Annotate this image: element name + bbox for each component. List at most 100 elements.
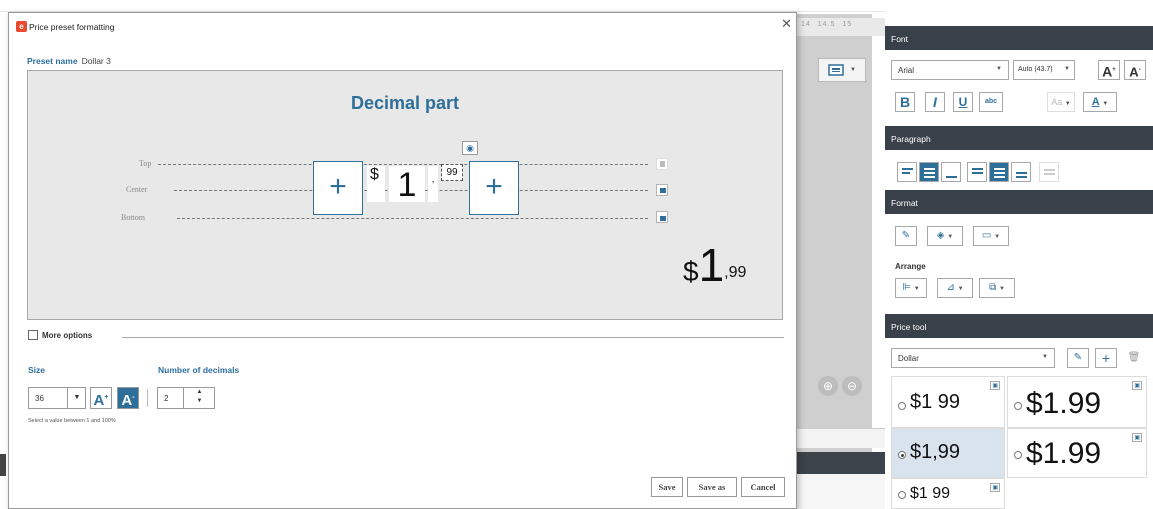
chevron-down-icon: ▼ xyxy=(1102,101,1109,107)
grow-font-button[interactable]: A+ xyxy=(1098,60,1120,80)
order-button[interactable]: ⧉ ▼ xyxy=(979,278,1015,298)
divider xyxy=(122,337,784,338)
price-tool-header: Price tool xyxy=(885,314,1153,338)
font-size-value: Auto (43.7) xyxy=(1018,66,1053,73)
zoom-out-icon[interactable]: ⊖ xyxy=(842,376,862,396)
font-family-select[interactable]: Arial ▼ xyxy=(891,60,1009,80)
stepper-arrows[interactable]: ▲ ▼ xyxy=(183,388,215,408)
decrease-size-button[interactable]: A- xyxy=(117,387,139,409)
chevron-down-icon[interactable]: ▼ xyxy=(197,398,203,404)
preset-radio[interactable] xyxy=(898,491,906,499)
price-preset-select[interactable]: Dollar ▼ xyxy=(891,348,1055,368)
preset-sample: $1.99 xyxy=(1026,437,1102,470)
font-color-button[interactable]: A ▼ xyxy=(1083,92,1117,112)
increase-size-button[interactable]: A+ xyxy=(90,387,112,409)
align-objects-icon: ⊫ xyxy=(902,282,911,293)
size-select[interactable]: 36 ▼ xyxy=(28,387,86,409)
preview-icon: ▣ xyxy=(990,381,1000,390)
edit-preset-button[interactable]: ✎ xyxy=(1067,348,1089,368)
decimals-value: 2 xyxy=(164,394,169,403)
guide-line-bottom xyxy=(177,218,648,219)
valign-top-icon[interactable] xyxy=(967,162,987,182)
add-preset-button[interactable]: + xyxy=(1095,348,1117,368)
case-label: Aa xyxy=(1051,97,1063,107)
visibility-icon[interactable]: ◉ xyxy=(462,141,478,155)
save-as-button[interactable]: Save as xyxy=(687,477,737,497)
preview-integer[interactable]: 1 xyxy=(389,166,425,204)
strikethrough-button[interactable]: abc xyxy=(979,92,1003,112)
ruler-mark: 14.5 xyxy=(817,21,836,28)
price-preset-tile[interactable]: $1 99 ▣ xyxy=(891,376,1005,428)
chevron-down-icon: ▼ xyxy=(67,388,86,408)
border-icon: ▭ xyxy=(981,230,992,241)
app-logo-icon: e xyxy=(16,21,27,32)
save-button[interactable]: Save xyxy=(651,477,683,497)
zoom-in-icon[interactable]: ⊕ xyxy=(818,376,838,396)
valign-bottom-icon[interactable] xyxy=(1011,162,1031,182)
size-label: Size xyxy=(28,365,46,375)
valign-middle-icon[interactable] xyxy=(989,162,1009,182)
size-value: 36 xyxy=(35,394,44,403)
guide-label-top: Top xyxy=(139,159,152,168)
align-objects-button[interactable]: ⊫ ▼ xyxy=(895,278,927,298)
justify-icon xyxy=(1039,162,1059,182)
chevron-down-icon: ▼ xyxy=(850,67,856,73)
format-header: Format xyxy=(885,190,1153,214)
italic-button[interactable]: I xyxy=(925,92,945,112)
more-options-checkbox[interactable] xyxy=(28,330,38,340)
underline-button[interactable]: U xyxy=(953,92,973,112)
price-preset-dialog: e Price preset formatting ✕ Preset name D… xyxy=(8,12,797,509)
add-before-button[interactable]: + xyxy=(313,161,363,215)
align-center-text-icon[interactable] xyxy=(919,162,939,182)
price-preset-tile[interactable]: $1.99 ▣ xyxy=(1007,428,1147,478)
decimals-label: Number of decimals xyxy=(158,365,240,375)
preview-separator[interactable]: , xyxy=(428,166,438,202)
format-painter-icon[interactable]: ✎ xyxy=(895,226,917,246)
dialog-title: Price preset formatting xyxy=(29,22,115,32)
align-left-icon[interactable] xyxy=(897,162,917,182)
price-preset-tile[interactable]: $1 99 ▣ xyxy=(891,478,1005,509)
flip-button[interactable]: ⊿ ▼ xyxy=(937,278,973,298)
properties-panel: Font Arial ▼ Auto (43.7) ▼ A+ A- B I U a… xyxy=(885,22,1153,509)
align-top-icon[interactable] xyxy=(656,158,668,170)
chevron-up-icon[interactable]: ▲ xyxy=(197,389,203,395)
view-mode-button[interactable]: ▼ xyxy=(818,58,866,82)
font-size-select[interactable]: Auto (43.7) ▼ xyxy=(1013,60,1075,80)
bold-button[interactable]: B xyxy=(895,92,915,112)
preset-radio[interactable] xyxy=(898,402,906,410)
fill-color-button[interactable]: ◈ ▼ xyxy=(927,226,963,246)
preset-sample: $1 99 xyxy=(910,391,961,413)
price-preset-tile[interactable]: $1,99 xyxy=(891,428,1005,478)
guide-line-top xyxy=(158,164,648,165)
result-integer: 1 xyxy=(698,239,725,291)
preview-icon: ▣ xyxy=(990,483,1000,492)
close-icon[interactable]: ✕ xyxy=(781,16,792,32)
cancel-button[interactable]: Cancel xyxy=(741,477,785,497)
preset-radio[interactable] xyxy=(1014,402,1022,410)
preview-decimals[interactable]: 99 xyxy=(441,164,463,181)
preview-icon: ▣ xyxy=(1132,381,1142,390)
trash-icon: 🗑 xyxy=(1127,352,1141,363)
add-after-button[interactable]: + xyxy=(469,161,519,215)
font-family-value: Arial xyxy=(898,66,915,75)
chevron-down-icon: ▼ xyxy=(996,66,1002,72)
border-button[interactable]: ▭ ▼ xyxy=(973,226,1009,246)
align-right-icon[interactable] xyxy=(941,162,961,182)
ruler: 14 14.5 15 xyxy=(797,18,885,36)
preset-radio[interactable] xyxy=(1014,451,1022,459)
align-center-icon[interactable] xyxy=(656,184,668,196)
align-bottom-icon[interactable] xyxy=(656,211,668,223)
preview-area: Decimal part Top Center Bottom + $ 1 , ◉… xyxy=(27,70,783,320)
shrink-font-button[interactable]: A- xyxy=(1124,60,1146,80)
decimals-stepper[interactable]: 2 ▲ ▼ xyxy=(157,387,215,409)
delete-preset-button[interactable]: 🗑 xyxy=(1123,348,1145,368)
font-color-label: A xyxy=(1091,96,1100,108)
chevron-down-icon: ▼ xyxy=(947,234,954,240)
more-options[interactable]: More options xyxy=(28,330,92,340)
arrange-label: Arrange xyxy=(895,262,926,271)
plus-icon: + xyxy=(1101,350,1111,366)
preset-radio[interactable] xyxy=(898,451,906,459)
price-preset-tile[interactable]: $1.99 ▣ xyxy=(1007,376,1147,428)
preview-currency[interactable]: $ xyxy=(367,166,385,202)
guide-label-center: Center xyxy=(126,185,148,194)
